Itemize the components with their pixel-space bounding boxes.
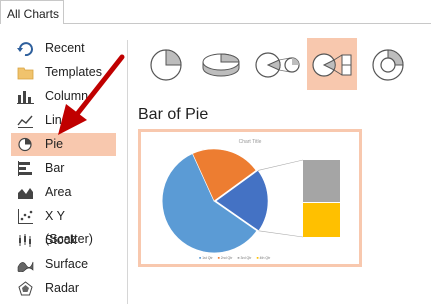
- subtype-pie[interactable]: [142, 38, 192, 90]
- sidebar-item-bar[interactable]: Bar: [11, 157, 116, 180]
- sidebar-item-label: Radar: [45, 281, 80, 295]
- sidebar-item-label: Pie: [45, 137, 64, 151]
- subtype-doughnut[interactable]: [364, 38, 414, 90]
- subtype-3d-pie[interactable]: [197, 38, 247, 90]
- sidebar-item-radar[interactable]: Radar: [11, 277, 116, 300]
- sidebar-item-area[interactable]: Area: [11, 181, 116, 204]
- pie-subtype-icon: [150, 49, 182, 81]
- area-chart-icon: [18, 188, 33, 199]
- sidebar-item-line[interactable]: Line: [11, 109, 116, 132]
- legend-item: ■ 3rd Qtr: [237, 256, 252, 260]
- pane-divider: [127, 40, 128, 304]
- subtype-bar-of-pie[interactable]: [307, 38, 357, 90]
- connector-bottom: [258, 230, 304, 238]
- radar-chart-icon: [18, 281, 33, 296]
- sidebar-item-pie[interactable]: Pie: [11, 133, 116, 156]
- sidebar-item-templates[interactable]: Templates: [11, 61, 116, 84]
- sidebar-item-label: Surface: [45, 257, 89, 271]
- bar-segment-gray: [303, 160, 340, 202]
- chart-preview[interactable]: Chart Title ■ 1st Qtr ■ 2nd Qtr ■ 3rd Qt…: [138, 129, 362, 267]
- doughnut-subtype-icon: [372, 49, 404, 81]
- templates-folder-icon: [17, 67, 34, 80]
- sidebar-item-surface[interactable]: Surface: [11, 253, 116, 276]
- sidebar-item-stock[interactable]: Stock: [11, 229, 116, 252]
- legend-label: 3rd Qtr: [240, 256, 252, 260]
- column-chart-icon: [17, 91, 34, 104]
- sidebar-item-label: Stock: [45, 233, 77, 247]
- subtype-pie-of-pie[interactable]: [252, 38, 302, 90]
- sidebar-item-recent[interactable]: Recent: [11, 37, 116, 60]
- surface-chart-icon: [17, 261, 34, 272]
- sidebar-item-scatter[interactable]: X Y (Scatter): [11, 205, 116, 246]
- legend-label: 1st Qtr: [202, 256, 213, 260]
- sidebar-item-label: Recent: [45, 41, 85, 55]
- line-chart-icon: [17, 115, 33, 128]
- preview-chart-svg: [161, 148, 340, 254]
- bar-segment-yellow: [303, 203, 340, 237]
- sidebar-item-label: Area: [45, 185, 72, 199]
- chart-type-list: Recent Templates Column Line Pie Bar Are…: [0, 24, 127, 304]
- bar-of-pie-subtype-icon: [312, 53, 352, 77]
- tab-bar: All Charts: [0, 0, 431, 24]
- stock-chart-icon: [19, 234, 31, 247]
- scatter-chart-icon: [18, 209, 33, 224]
- connector-top: [257, 159, 304, 171]
- legend-label: 4th Qtr: [259, 256, 271, 260]
- tab-all-charts[interactable]: All Charts: [0, 0, 64, 24]
- 3d-pie-subtype-icon: [202, 53, 240, 77]
- preview-legend: ■ 1st Qtr ■ 2nd Qtr ■ 3rd Qtr ■ 4th Qtr: [199, 256, 319, 260]
- sidebar-item-label: Column: [45, 89, 89, 103]
- legend-label: 2nd Qtr: [220, 256, 233, 260]
- subtype-title: Bar of Pie: [138, 106, 209, 123]
- sidebar-item-label: Line: [45, 113, 69, 127]
- legend-item: ■ 4th Qtr: [256, 256, 271, 260]
- pie-chart-icon: [18, 137, 32, 152]
- bar-chart-icon: [18, 161, 32, 176]
- sidebar-item-label: Bar: [45, 161, 65, 175]
- recent-icon: [17, 42, 33, 56]
- legend-item: ■ 1st Qtr: [199, 256, 213, 260]
- legend-item: ■ 2nd Qtr: [217, 256, 233, 260]
- sidebar-item-column[interactable]: Column: [11, 85, 116, 108]
- sidebar-item-label: Templates: [45, 65, 102, 79]
- pie-of-pie-subtype-icon: [255, 52, 300, 78]
